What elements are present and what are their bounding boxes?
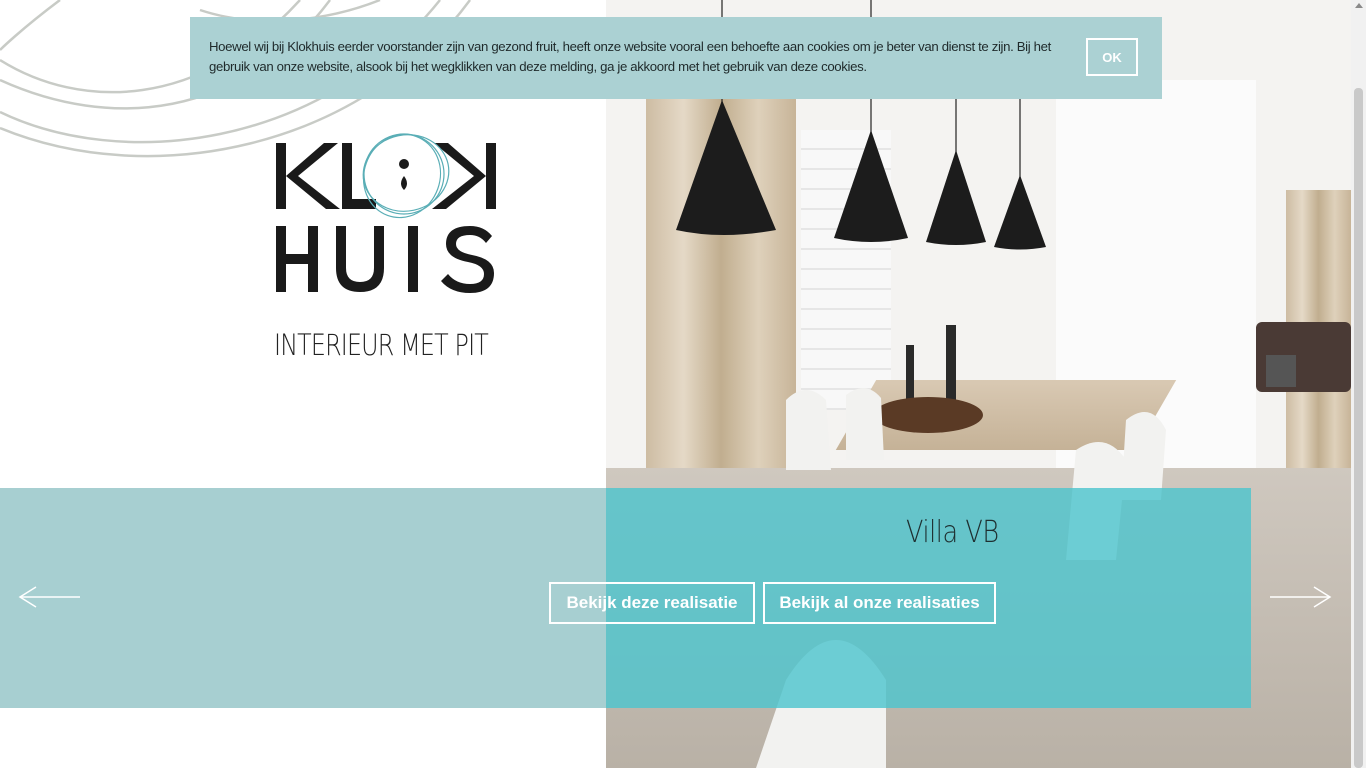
klokhuis-logo	[276, 133, 496, 293]
cookie-banner: Hoewel wij bij Klokhuis eerder voorstand…	[190, 17, 1162, 99]
slide-title: Villa VB	[906, 515, 999, 550]
slider-band	[0, 488, 606, 708]
scrollbar[interactable]	[1351, 0, 1366, 768]
view-project-button[interactable]: Bekijk deze realisatie	[549, 582, 755, 624]
cookie-ok-button[interactable]: OK	[1086, 38, 1138, 76]
brand-tagline: INTERIEUR MET PIT	[274, 328, 489, 362]
view-all-projects-button[interactable]: Bekijk al onze realisaties	[763, 582, 996, 624]
scroll-up-icon[interactable]	[1355, 3, 1363, 8]
cookie-text: Hoewel wij bij Klokhuis eerder voorstand…	[209, 39, 1051, 74]
arrow-left-icon[interactable]	[18, 585, 82, 609]
arrow-right-icon[interactable]	[1268, 585, 1332, 609]
scrollbar-thumb[interactable]	[1354, 88, 1363, 768]
